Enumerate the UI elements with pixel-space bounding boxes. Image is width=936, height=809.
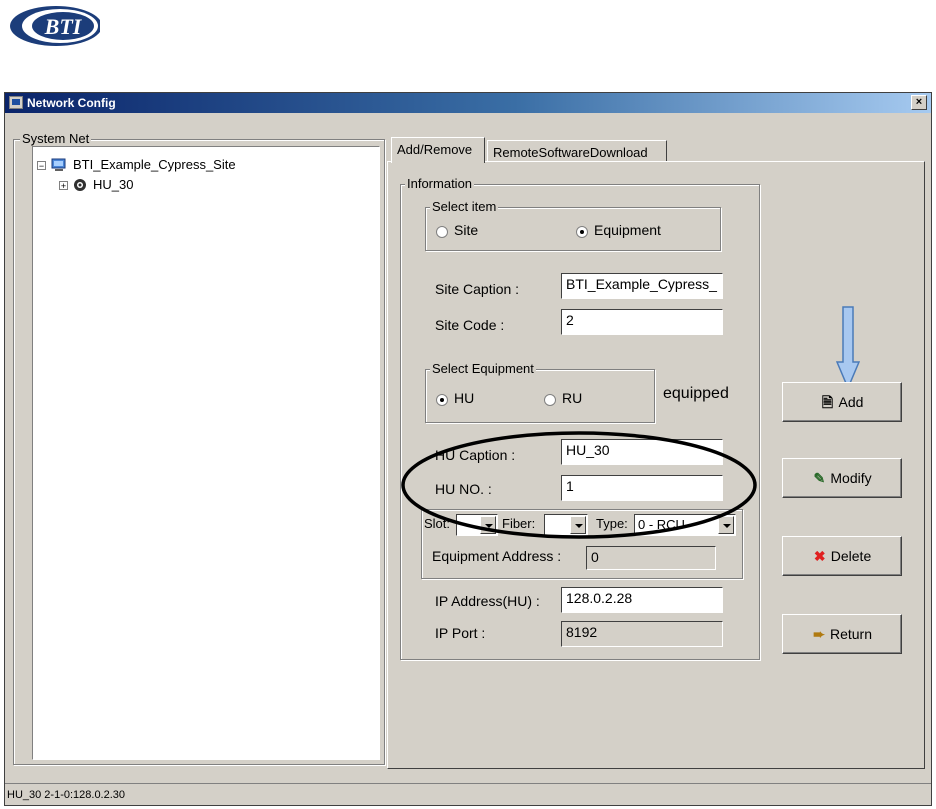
return-button-label: Return	[829, 626, 873, 642]
equipment-address-field: 0	[586, 546, 716, 570]
return-arrow-icon: ➨	[813, 626, 825, 642]
type-select[interactable]: 0 - RCU	[634, 514, 736, 536]
hu-no-input[interactable]: 1	[561, 475, 723, 501]
site-caption-input[interactable]: BTI_Example_Cypress_	[561, 273, 723, 299]
fiber-label: Fiber:	[502, 516, 536, 531]
equipment-address-label: Equipment Address :	[432, 548, 562, 564]
hu-caption-label: HU Caption :	[435, 447, 516, 463]
hu-no-label: HU NO. :	[435, 481, 492, 497]
site-radio[interactable]	[436, 226, 448, 238]
slot-select[interactable]	[456, 514, 498, 536]
close-button[interactable]: ×	[911, 95, 927, 110]
add-button[interactable]: 🗎 Add	[782, 382, 902, 422]
app-icon	[9, 96, 23, 109]
fiber-select[interactable]	[544, 514, 588, 536]
site-code-label: Site Code :	[435, 317, 505, 333]
slot-label: Slot:	[424, 516, 451, 531]
information-group: Information Select item Site Equipment S…	[400, 176, 760, 660]
tree-item-hu-label: HU_30	[93, 177, 134, 192]
ip-port-label: IP Port :	[435, 625, 486, 641]
ru-radio-label: RU	[562, 390, 583, 406]
return-button[interactable]: ➨ Return	[782, 614, 902, 654]
select-equipment-group: Select Equipment HU RU	[425, 361, 655, 423]
window-title: Network Config	[27, 96, 116, 110]
information-label: Information	[405, 176, 475, 191]
equipment-radio-label: Equipment	[594, 222, 661, 238]
type-label: Type:	[596, 516, 628, 531]
type-dropdown-icon[interactable]	[718, 516, 734, 534]
slot-dropdown-icon[interactable]	[480, 516, 496, 534]
window-title-bar: Network Config ×	[5, 93, 931, 113]
bti-logo: BTI	[6, 4, 102, 48]
select-item-label: Select item	[430, 199, 499, 214]
ip-address-label: IP Address(HU) :	[435, 593, 540, 609]
tab-add-remove[interactable]: Add/Remove	[391, 137, 485, 163]
modify-button[interactable]: ✎ Modify	[782, 458, 902, 498]
delete-x-icon: ✖	[813, 548, 826, 564]
equipped-status: equipped	[663, 385, 729, 402]
hu-radio[interactable]	[436, 394, 448, 406]
network-config-window: Network Config × System Net − BTI_Exampl…	[4, 92, 932, 806]
ip-port-field: 8192	[561, 621, 723, 647]
equipment-radio[interactable]	[576, 226, 588, 238]
slot-fiber-type-group: Slot: Fiber: Type: 0 - RCU Equipment Add…	[421, 509, 743, 579]
status-bar: HU_30 2-1-0:128.0.2.30	[5, 783, 931, 806]
delete-button-label: Delete	[830, 548, 872, 564]
hu-caption-input[interactable]: HU_30	[561, 439, 723, 465]
down-arrow-annotation	[835, 306, 861, 390]
tree-item-site-label: BTI_Example_Cypress_Site	[73, 157, 236, 172]
document-icon: 🗎	[821, 394, 834, 410]
type-select-value: 0 - RCU	[638, 517, 685, 532]
system-net-tree[interactable]: − BTI_Example_Cypress_Site + HU_30	[32, 146, 380, 760]
site-radio-label: Site	[454, 222, 479, 238]
hu-radio-label: HU	[454, 390, 475, 406]
select-equipment-label: Select Equipment	[430, 361, 536, 376]
status-text: HU_30 2-1-0:128.0.2.30	[7, 789, 126, 801]
collapse-icon[interactable]: −	[37, 161, 46, 171]
computer-icon	[51, 158, 67, 172]
add-button-label: Add	[838, 394, 864, 410]
system-net-label: System Net	[20, 131, 92, 146]
ru-radio[interactable]	[544, 394, 556, 406]
equipment-icon	[72, 178, 88, 192]
modify-button-label: Modify	[830, 470, 872, 486]
edit-icon: ✎	[813, 470, 826, 486]
expand-icon[interactable]: +	[59, 181, 68, 191]
delete-button[interactable]: ✖ Delete	[782, 536, 902, 576]
fiber-dropdown-icon[interactable]	[570, 516, 586, 534]
site-caption-label: Site Caption :	[435, 281, 520, 297]
add-remove-panel: Information Select item Site Equipment S…	[387, 161, 925, 769]
site-code-input[interactable]: 2	[561, 309, 723, 335]
logo-text: BTI	[44, 14, 83, 39]
system-net-group: System Net − BTI_Example_Cypress_Site + …	[13, 131, 385, 765]
tab-remote-software-download[interactable]: RemoteSoftwareDownload	[487, 140, 667, 162]
ip-address-input[interactable]: 128.0.2.28	[561, 587, 723, 613]
select-item-group: Select item Site Equipment	[425, 199, 721, 251]
